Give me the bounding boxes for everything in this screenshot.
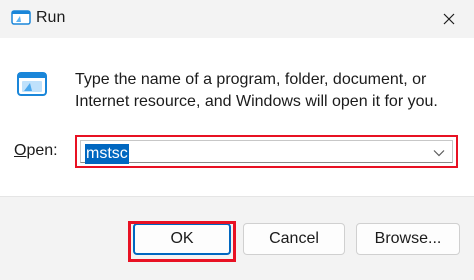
browse-button[interactable]: Browse... xyxy=(356,223,460,255)
cancel-button[interactable]: Cancel xyxy=(243,223,345,255)
chevron-down-icon[interactable] xyxy=(433,149,445,157)
title-bar: Run xyxy=(0,0,474,38)
description-text: Type the name of a program, folder, docu… xyxy=(75,71,438,110)
ok-button[interactable]: OK xyxy=(133,223,231,255)
run-app-icon xyxy=(11,10,31,25)
close-button[interactable] xyxy=(424,0,474,38)
run-icon xyxy=(17,72,47,96)
open-label-accesskey: O xyxy=(14,142,27,159)
open-label: Open: xyxy=(14,142,58,160)
open-combobox[interactable]: mstsc xyxy=(75,135,458,168)
close-icon xyxy=(443,13,455,25)
window-title: Run xyxy=(36,9,66,26)
button-bar: OK Cancel Browse... xyxy=(0,196,474,280)
open-label-rest: pen: xyxy=(26,142,58,159)
open-input-value[interactable]: mstsc xyxy=(85,144,129,164)
open-input-box[interactable]: mstsc xyxy=(80,140,453,164)
dialog-content: Type the name of a program, folder, docu… xyxy=(0,38,474,196)
